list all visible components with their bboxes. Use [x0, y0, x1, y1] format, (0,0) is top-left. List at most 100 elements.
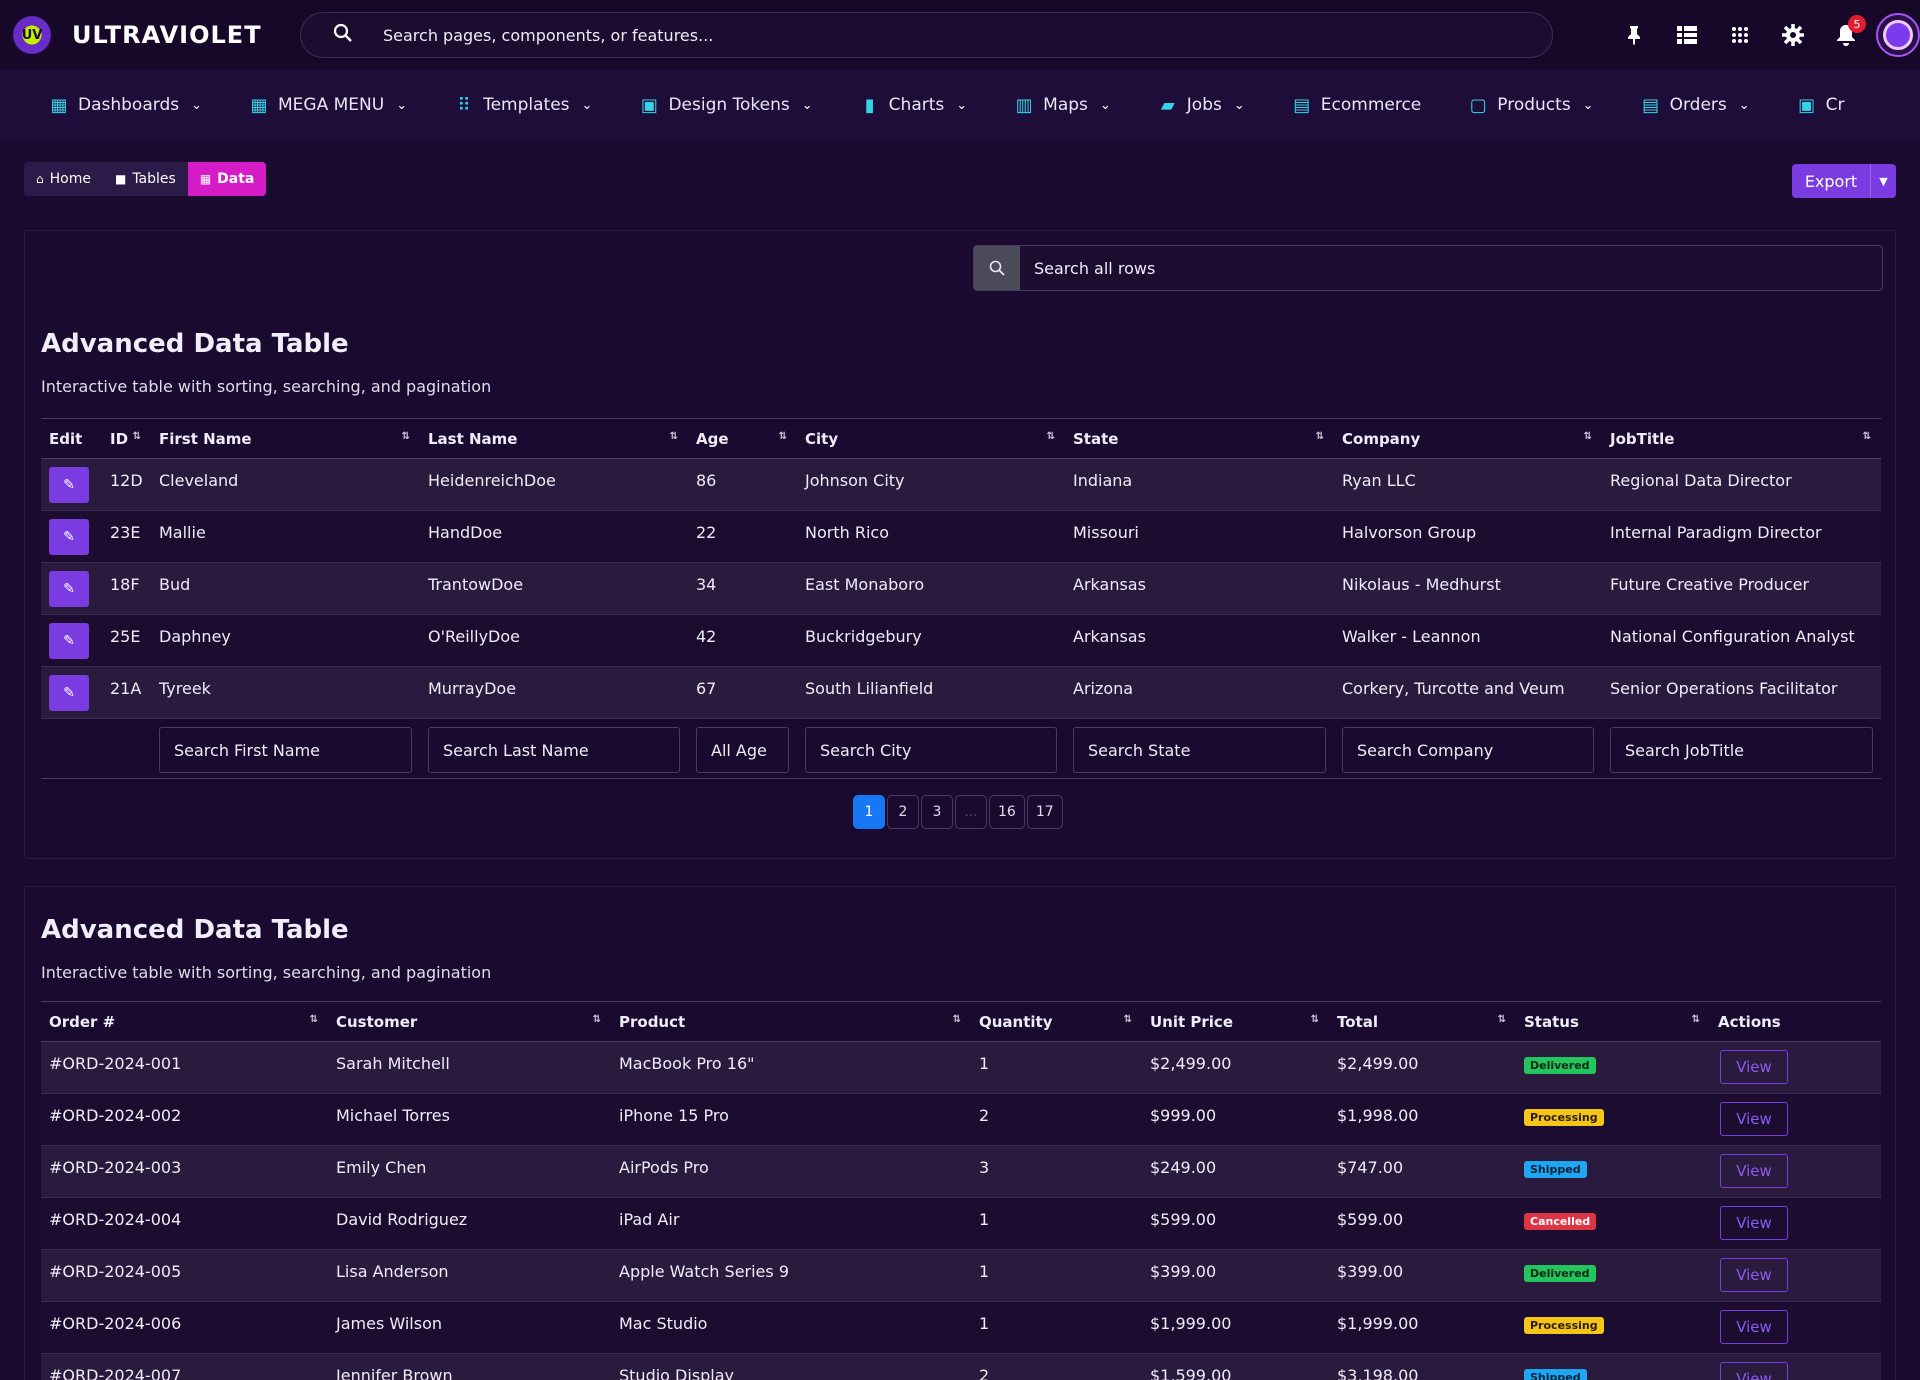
breadcrumb-tables[interactable]: ■ Tables [103, 162, 188, 196]
page-button[interactable]: 16 [989, 795, 1025, 829]
nav-item-design-tokens[interactable]: ▣ Design Tokens ⌄ [622, 70, 828, 140]
page-button[interactable]: 17 [1026, 795, 1063, 829]
sort-icon[interactable]: ⇅ [1863, 431, 1871, 442]
global-search[interactable]: Search pages, components, or features... [300, 12, 1553, 58]
search-all-rows-input[interactable]: Search all rows [1020, 246, 1882, 290]
nav-item-ecommerce[interactable]: ▤ Ecommerce [1275, 70, 1438, 140]
view-button[interactable]: View [1720, 1154, 1788, 1188]
column-filter-input[interactable]: Search JobTitle [1610, 727, 1873, 773]
nav-item-mega-menu[interactable]: ▦ MEGA MENU ⌄ [232, 70, 423, 140]
edit-icon: ✎ [63, 477, 75, 493]
list-icon[interactable] [1660, 15, 1713, 55]
sort-icon[interactable]: ⇅ [1584, 431, 1592, 442]
nav-item-templates[interactable]: ⠿ Templates ⌄ [437, 70, 608, 140]
status-cell: Cancelled [1516, 1197, 1710, 1250]
column-header[interactable]: First Name ⇅ [151, 418, 420, 459]
table-cell: HeidenreichDoe [420, 458, 688, 511]
column-header[interactable]: Age ⇅ [688, 418, 797, 459]
table-cell: 2 [971, 1353, 1142, 1380]
view-button[interactable]: View [1720, 1258, 1788, 1292]
sort-icon[interactable]: ⇅ [1498, 1014, 1506, 1025]
sort-icon[interactable]: ⇅ [953, 1014, 961, 1025]
page-button[interactable]: 3 [921, 795, 953, 829]
column-header[interactable]: Unit Price ⇅ [1142, 1001, 1329, 1042]
brand[interactable]: UV ULTRAVIOLET [10, 13, 288, 57]
sort-icon[interactable]: ⇅ [1124, 1014, 1132, 1025]
column-header[interactable]: Total ⇅ [1329, 1001, 1516, 1042]
view-button[interactable]: View [1720, 1206, 1788, 1240]
export-button[interactable]: Export ▼ [1792, 164, 1896, 198]
sort-icon[interactable]: ⇅ [1316, 431, 1324, 442]
column-header[interactable]: Customer ⇅ [328, 1001, 611, 1042]
edit-button[interactable]: ✎ [49, 623, 89, 659]
column-header[interactable]: Company ⇅ [1334, 418, 1602, 459]
column-header[interactable]: Product ⇅ [611, 1001, 971, 1042]
sort-icon[interactable]: ⇅ [1311, 1014, 1319, 1025]
chevron-down-icon: ⌄ [1582, 97, 1594, 113]
avatar[interactable] [1876, 13, 1920, 57]
column-header[interactable]: ID ⇅ [102, 418, 151, 459]
logo-icon: UV [10, 13, 54, 57]
column-filter-input[interactable]: All Age [696, 727, 789, 773]
page-button[interactable]: 2 [887, 795, 919, 829]
edit-button[interactable]: ✎ [49, 571, 89, 607]
search-all-rows[interactable]: Search all rows [973, 245, 1883, 291]
view-button[interactable]: View [1720, 1050, 1788, 1084]
view-button[interactable]: View [1720, 1102, 1788, 1136]
table-cell: 25E [102, 614, 151, 667]
column-header[interactable]: Last Name ⇅ [420, 418, 688, 459]
column-header[interactable]: State ⇅ [1065, 418, 1334, 459]
column-header: Edit [41, 418, 102, 459]
breadcrumb-home[interactable]: ⌂ Home [24, 162, 103, 196]
nav-item-dashboards[interactable]: ▦ Dashboards ⌄ [0, 70, 218, 140]
gear-icon[interactable] [1766, 15, 1819, 55]
nav-item-products[interactable]: ▢ Products ⌄ [1451, 70, 1609, 140]
main-nav: ▦ Dashboards ⌄ ▦ MEGA MENU ⌄ ⠿ Templates ⌄ ▣ Desig… [0, 70, 1920, 140]
sort-icon[interactable]: ⇅ [670, 431, 678, 442]
breadcrumb-label: Data [217, 171, 255, 187]
sort-icon[interactable]: ⇅ [402, 431, 410, 442]
table-row: #ORD-2024-007 Jennifer Brown Studio Displa… [41, 1353, 1881, 1380]
nav-item-maps[interactable]: ▥ Maps ⌄ [997, 70, 1127, 140]
view-button[interactable]: View [1720, 1310, 1788, 1344]
column-header-label: ID [110, 429, 129, 448]
column-header[interactable]: Order # ⇅ [41, 1001, 328, 1042]
status-badge: Cancelled [1524, 1213, 1597, 1230]
column-filter-input[interactable]: Search Company [1342, 727, 1594, 773]
sort-icon[interactable]: ⇅ [1047, 431, 1055, 442]
sort-icon[interactable]: ⇅ [133, 431, 141, 442]
column-header[interactable]: Quantity ⇅ [971, 1001, 1142, 1042]
column-filter-input[interactable]: Search Last Name [428, 727, 680, 773]
global-search-placeholder: Search pages, components, or features... [383, 25, 714, 45]
filter-spacer [41, 718, 102, 779]
bell-icon[interactable]: 5 [1819, 15, 1872, 55]
edit-button[interactable]: ✎ [49, 675, 89, 711]
sort-icon[interactable]: ⇅ [1692, 1014, 1700, 1025]
page-button[interactable]: 1 [853, 795, 885, 829]
column-header[interactable]: City ⇅ [797, 418, 1065, 459]
table-cell: #ORD-2024-005 [41, 1249, 328, 1302]
table-cell: #ORD-2024-001 [41, 1041, 328, 1094]
nav-item-orders[interactable]: ▤ Orders ⌄ [1624, 70, 1766, 140]
search-icon [974, 246, 1020, 290]
nav-item-charts[interactable]: ▮ Charts ⌄ [843, 70, 983, 140]
table-cell: Jennifer Brown [328, 1353, 611, 1380]
column-header[interactable]: Status ⇅ [1516, 1001, 1710, 1042]
apps-grid-icon[interactable] [1713, 15, 1766, 55]
receipt-icon: ▤ [1642, 94, 1660, 116]
sort-icon[interactable]: ⇅ [593, 1014, 601, 1025]
nav-item-cr[interactable]: ▣ Cr [1780, 70, 1861, 140]
edit-button[interactable]: ✎ [49, 519, 89, 555]
column-filter-input[interactable]: Search State [1073, 727, 1326, 773]
sort-icon[interactable]: ⇅ [779, 431, 787, 442]
column-filter-input[interactable]: Search City [805, 727, 1057, 773]
nav-item-label: Ecommerce [1320, 95, 1422, 115]
column-filter-input[interactable]: Search First Name [159, 727, 412, 773]
sort-icon[interactable]: ⇅ [310, 1014, 318, 1025]
nav-item-jobs[interactable]: ▰ Jobs ⌄ [1141, 70, 1261, 140]
edit-button[interactable]: ✎ [49, 467, 89, 503]
pin-icon[interactable] [1607, 15, 1660, 55]
caret-down-icon[interactable]: ▼ [1870, 164, 1896, 198]
view-button[interactable]: View [1720, 1362, 1788, 1380]
column-header[interactable]: JobTitle ⇅ [1602, 418, 1881, 459]
